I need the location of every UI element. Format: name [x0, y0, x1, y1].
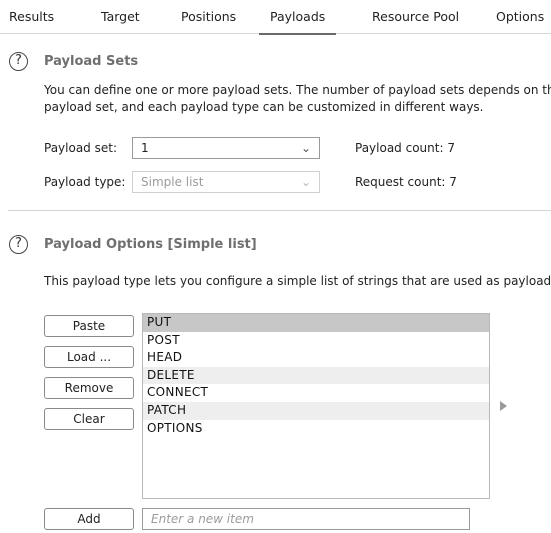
tab-bar: Results Target Positions Payloads Resour…	[0, 0, 551, 35]
request-count-value: 7	[449, 175, 457, 189]
payload-options-title: Payload Options [Simple list]	[44, 237, 257, 252]
chevron-down-icon: ⌄	[300, 175, 311, 189]
tab-payloads[interactable]: Payloads	[258, 0, 337, 35]
list-item[interactable]: HEAD	[143, 349, 489, 367]
tab-positions[interactable]: Positions	[181, 0, 236, 34]
payload-sets-help-icon[interactable]: ?	[9, 52, 28, 71]
paste-button[interactable]: Paste	[44, 315, 134, 337]
tab-options[interactable]: Options	[496, 0, 544, 34]
tab-results[interactable]: Results	[9, 0, 54, 34]
add-button[interactable]: Add	[44, 508, 134, 530]
payload-count-value: 7	[447, 141, 455, 155]
payload-type-select[interactable]: Simple list ⌄	[132, 171, 320, 193]
clear-button[interactable]: Clear	[44, 408, 134, 430]
payload-sets-description-line1: You can define one or more payload sets.…	[44, 83, 551, 97]
payload-type-value: Simple list	[141, 175, 204, 189]
payload-options-description: This payload type lets you configure a s…	[44, 274, 551, 288]
payload-list[interactable]: PUT POST HEAD DELETE CONNECT PATCH OPTIO…	[142, 313, 490, 499]
request-count-label: Request count: 7	[355, 175, 457, 189]
expand-arrow-icon[interactable]	[500, 401, 507, 411]
payload-type-label: Payload type:	[44, 175, 126, 189]
payload-set-label: Payload set:	[44, 141, 117, 155]
remove-button[interactable]: Remove	[44, 377, 134, 399]
list-item[interactable]: CONNECT	[143, 384, 489, 402]
tab-resource-pool[interactable]: Resource Pool	[372, 0, 459, 34]
payload-set-select[interactable]: 1 ⌄	[132, 137, 320, 159]
payload-sets-title: Payload Sets	[44, 54, 139, 69]
list-item[interactable]: POST	[143, 332, 489, 350]
section-divider	[8, 210, 551, 211]
tab-target[interactable]: Target	[101, 0, 140, 34]
load-button[interactable]: Load ...	[44, 346, 134, 368]
payload-options-help-icon[interactable]: ?	[9, 235, 28, 254]
list-item[interactable]: PATCH	[143, 401, 489, 420]
list-item[interactable]: DELETE	[143, 366, 489, 385]
payload-set-value: 1	[141, 141, 149, 155]
payload-sets-description-line2: payload set, and each payload type can b…	[44, 100, 484, 114]
list-item[interactable]: OPTIONS	[143, 420, 489, 438]
new-item-input[interactable]: Enter a new item	[142, 508, 470, 530]
payload-count-label: Payload count: 7	[355, 141, 455, 155]
list-item[interactable]: PUT	[143, 314, 489, 332]
chevron-down-icon: ⌄	[300, 141, 311, 155]
